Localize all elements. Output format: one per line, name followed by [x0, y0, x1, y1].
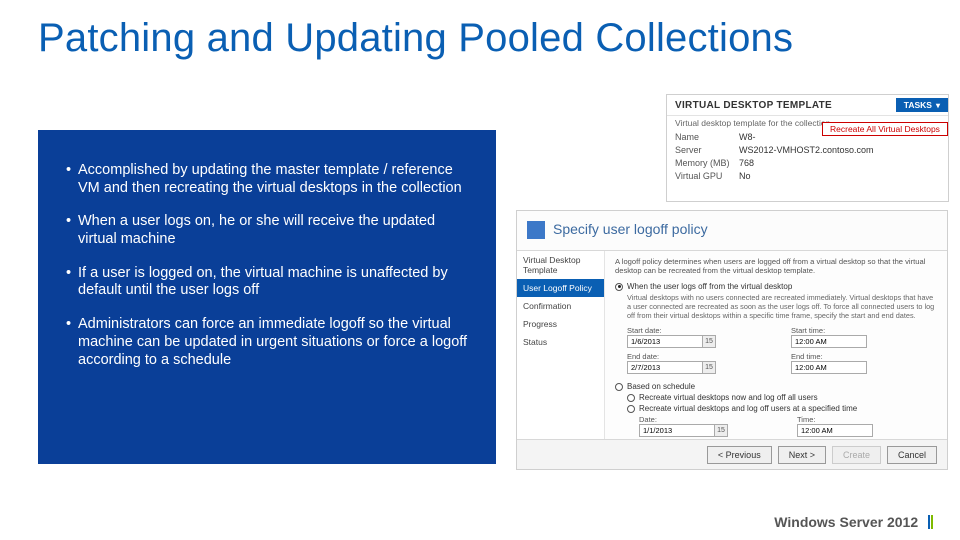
schedule-date-label: Date:	[639, 415, 779, 424]
start-date-label: Start date:	[627, 326, 773, 335]
wizard-nav-item[interactable]: Status	[517, 333, 604, 351]
bullet-panel: Accomplished by updating the master temp…	[38, 130, 496, 464]
wizard-nav-item[interactable]: Progress	[517, 315, 604, 333]
wizard-intro: A logoff policy determines when users ar…	[615, 257, 937, 276]
radio-label: Recreate virtual desktops now and log of…	[639, 393, 818, 402]
calendar-icon[interactable]: 15	[703, 335, 716, 348]
start-time-label: Start time:	[791, 326, 937, 335]
recreate-all-menuitem[interactable]: Recreate All Virtual Desktops	[822, 122, 948, 136]
radio-helper: Virtual desktops with no users connected…	[627, 293, 937, 320]
wizard-footer: < Previous Next > Create Cancel	[517, 439, 947, 469]
calendar-icon[interactable]: 15	[715, 424, 728, 437]
radio-icon	[627, 405, 635, 413]
slide-title: Patching and Updating Pooled Collections	[38, 16, 793, 61]
vdt-header: VIRTUAL DESKTOP TEMPLATE TASKS ▾	[667, 95, 948, 116]
schedule-time-input[interactable]	[797, 424, 873, 437]
start-date-input[interactable]	[627, 335, 703, 348]
vdt-vgpu-value: No	[739, 171, 940, 181]
start-time-input[interactable]	[791, 335, 867, 348]
end-date-input[interactable]	[627, 361, 703, 374]
chevron-down-icon: ▾	[936, 101, 940, 110]
brand-text: Windows Server 2012	[774, 514, 918, 530]
bullet-item: Accomplished by updating the master temp…	[66, 162, 468, 197]
cancel-button[interactable]: Cancel	[887, 446, 937, 464]
opt1-datetime-grid: Start date: 15 Start time: End date: 15 …	[627, 326, 937, 374]
end-time-label: End time:	[791, 352, 937, 361]
bullet-item: When a user logs on, he or she will rece…	[66, 213, 468, 248]
radio-schedule-time[interactable]: Recreate virtual desktops and log off us…	[627, 404, 937, 413]
calendar-icon[interactable]: 15	[703, 361, 716, 374]
create-button[interactable]: Create	[832, 446, 881, 464]
tasks-label: TASKS	[904, 100, 932, 110]
vdt-properties: Name W8- Server WS2012-VMHOST2.contoso.c…	[667, 132, 948, 187]
bullet-item: If a user is logged on, the virtual mach…	[66, 265, 468, 300]
wizard-nav: Virtual Desktop Template User Logoff Pol…	[517, 251, 605, 439]
logoff-wizard: Specify user logoff policy Virtual Deskt…	[516, 210, 948, 470]
bullet-item: Administrators can force an immediate lo…	[66, 316, 468, 369]
schedule-date-input[interactable]	[639, 424, 715, 437]
vdt-memory-label: Memory (MB)	[675, 158, 739, 168]
radio-label: Based on schedule	[627, 382, 695, 391]
radio-label: Recreate virtual desktops and log off us…	[639, 404, 857, 413]
slide: Patching and Updating Pooled Collections…	[0, 0, 960, 540]
wizard-icon	[527, 221, 545, 239]
wizard-titlebar: Specify user logoff policy	[517, 211, 947, 251]
radio-icon	[615, 283, 623, 291]
wizard-nav-item[interactable]: Virtual Desktop Template	[517, 251, 604, 279]
previous-button[interactable]: < Previous	[707, 446, 772, 464]
vdt-title: VIRTUAL DESKTOP TEMPLATE	[675, 100, 832, 111]
vdt-panel: VIRTUAL DESKTOP TEMPLATE TASKS ▾ Virtual…	[666, 94, 949, 202]
wizard-nav-item-active[interactable]: User Logoff Policy	[517, 279, 604, 297]
vdt-vgpu-label: Virtual GPU	[675, 171, 739, 181]
end-time-input[interactable]	[791, 361, 867, 374]
wizard-title: Specify user logoff policy	[553, 221, 708, 237]
next-button[interactable]: Next >	[778, 446, 826, 464]
tasks-dropdown[interactable]: TASKS ▾	[896, 98, 948, 112]
radio-schedule[interactable]: Based on schedule	[615, 382, 937, 391]
radio-when-logoff[interactable]: When the user logs off from the virtual …	[615, 282, 937, 291]
brand-footer: Windows Server 2012	[774, 513, 934, 530]
schedule-time-label: Time:	[797, 415, 937, 424]
radio-icon	[627, 394, 635, 402]
brand-bars-icon	[928, 515, 934, 529]
radio-schedule-now[interactable]: Recreate virtual desktops now and log of…	[627, 393, 937, 402]
end-date-label: End date:	[627, 352, 773, 361]
radio-icon	[615, 383, 623, 391]
wizard-main: A logoff policy determines when users ar…	[605, 251, 947, 439]
opt2-datetime-grid: Date: 15 Time:	[639, 415, 937, 437]
vdt-memory-value: 768	[739, 158, 940, 168]
wizard-nav-item[interactable]: Confirmation	[517, 297, 604, 315]
radio-label: When the user logs off from the virtual …	[627, 282, 792, 291]
vdt-name-label: Name	[675, 132, 739, 142]
vdt-server-value: WS2012-VMHOST2.contoso.com	[739, 145, 940, 155]
vdt-server-label: Server	[675, 145, 739, 155]
